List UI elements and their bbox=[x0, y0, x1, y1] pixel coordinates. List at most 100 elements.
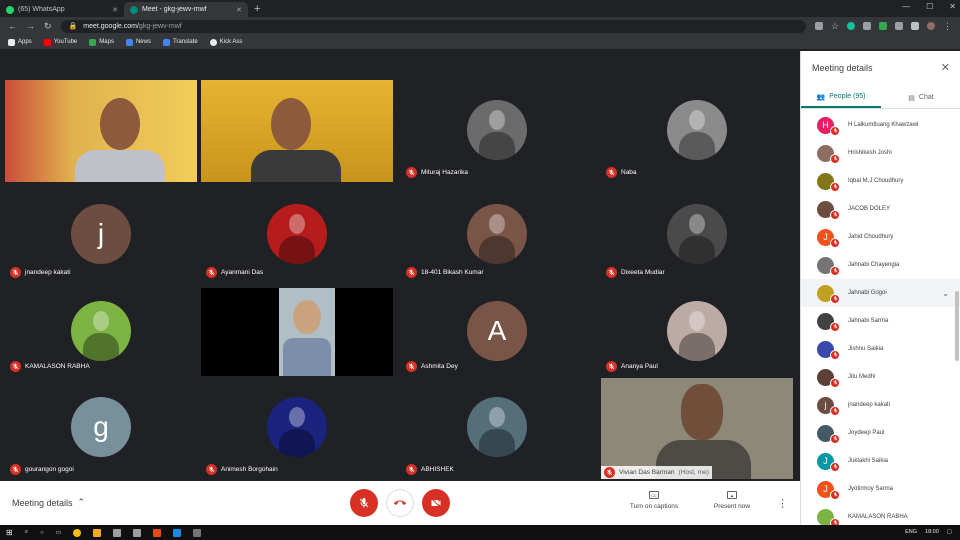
file-explorer-icon[interactable] bbox=[93, 528, 102, 537]
participant-face bbox=[100, 98, 140, 150]
participant-row[interactable]: Jahnabi Chayengia bbox=[801, 251, 960, 279]
windows-start-icon[interactable]: ⊞ bbox=[6, 528, 13, 537]
participant-tile[interactable]: KAMALASON RABHA bbox=[5, 288, 197, 376]
participant-tile[interactable]: Ayanmani Das bbox=[201, 188, 393, 282]
bookmark-maps[interactable]: Maps bbox=[89, 38, 114, 46]
participant-tile[interactable]: A Ashmita Dey bbox=[401, 288, 593, 376]
bookmark-youtube[interactable]: YouTube bbox=[43, 38, 77, 46]
participant-tile[interactable]: ABHISHEK bbox=[401, 378, 593, 479]
participant-row[interactable]: Joydeep Paul bbox=[801, 419, 960, 447]
grammarly-icon[interactable] bbox=[847, 22, 855, 30]
participant-name-label: Vivian Das Barman (Host, me) bbox=[601, 466, 712, 479]
captions-icon: CC bbox=[649, 491, 659, 499]
address-bar-row: ← → ↻ 🔒 meet.google.com/gkg-jewv-mwf ☆ ⋮ bbox=[0, 17, 960, 35]
bookmark-kickass[interactable]: Kick Ass bbox=[209, 38, 242, 46]
star-icon[interactable]: ☆ bbox=[831, 21, 839, 32]
avatar[interactable] bbox=[927, 22, 935, 30]
close-icon[interactable]: ✕ bbox=[941, 61, 950, 74]
participant-row[interactable]: Jahnabi Gogoi ⌄ bbox=[801, 279, 960, 307]
bookmark-news[interactable]: News bbox=[125, 38, 151, 46]
leave-call-button[interactable] bbox=[386, 489, 414, 517]
mic-off-icon bbox=[830, 125, 840, 136]
tab-whatsapp[interactable]: (65) WhatsApp ✕ bbox=[0, 2, 124, 17]
chrome-icon[interactable] bbox=[73, 528, 82, 537]
extension-icon[interactable] bbox=[863, 22, 871, 30]
participant-name: Ayanmani Das bbox=[221, 269, 264, 276]
participant-name-label: ABHISHEK bbox=[406, 464, 454, 475]
participant-tile[interactable]: j jnandeep kakati bbox=[5, 188, 197, 282]
close-tab-icon[interactable]: ✕ bbox=[112, 6, 118, 14]
camera-off-icon bbox=[431, 498, 441, 508]
participant-row[interactable]: KAMALASON RABHA bbox=[801, 503, 960, 525]
avatar: H bbox=[817, 116, 840, 136]
language-indicator[interactable]: ENG bbox=[905, 529, 917, 535]
participant-row[interactable]: Iqbal M.J Choudhury bbox=[801, 167, 960, 195]
participant-tile[interactable] bbox=[201, 288, 393, 376]
participant-name: Animesh Borgohain bbox=[221, 466, 278, 473]
meeting-details-button[interactable]: Meeting details ⌃ bbox=[12, 497, 85, 508]
participant-tile[interactable]: Mituraj Hazarika bbox=[401, 80, 593, 182]
participant-row[interactable]: JACOB DOLEY bbox=[801, 195, 960, 223]
mic-off-icon bbox=[830, 377, 840, 388]
tab-people[interactable]: 👥 People (95) bbox=[801, 87, 881, 108]
participant-tile[interactable]: Naba bbox=[601, 80, 793, 182]
cortana-icon[interactable]: ○ bbox=[40, 530, 44, 536]
minimize-icon[interactable]: — bbox=[902, 2, 910, 11]
participant-row[interactable]: H H Lalkumtluang Khawzawl bbox=[801, 111, 960, 139]
tab-chat[interactable]: ▤ Chat bbox=[881, 87, 960, 108]
camera-icon[interactable] bbox=[814, 22, 823, 30]
reload-icon[interactable]: ↻ bbox=[44, 21, 52, 32]
participant-tile[interactable]: Dixeeta Mudiar bbox=[601, 188, 793, 282]
notifications-icon[interactable]: ▢ bbox=[947, 529, 952, 535]
participant-tile[interactable]: 18-401 Bikash Kumar bbox=[401, 188, 593, 282]
participant-row[interactable]: Jishnu Saikia bbox=[801, 335, 960, 363]
captions-button[interactable]: CC Turn on captions bbox=[622, 491, 686, 510]
puzzle-icon[interactable] bbox=[911, 22, 919, 30]
maximize-icon[interactable]: ☐ bbox=[926, 2, 933, 11]
panel-tabs: 👥 People (95) ▤ Chat bbox=[801, 87, 960, 109]
participant-tile[interactable]: Vivian Das Barman (Host, me) bbox=[601, 378, 793, 479]
menu-icon[interactable]: ⋮ bbox=[943, 21, 952, 32]
participant-tile[interactable]: Ananya Paul bbox=[601, 288, 793, 376]
clock[interactable]: 18:00 bbox=[925, 529, 939, 535]
profile-photo bbox=[667, 204, 727, 265]
app-icon[interactable] bbox=[173, 528, 182, 537]
participant-row[interactable]: J Juktakhi Saikia bbox=[801, 447, 960, 475]
participant-tile[interactable] bbox=[5, 80, 197, 182]
task-view-icon[interactable]: ▭ bbox=[56, 529, 62, 536]
participant-tile[interactable]: g gourangon gogoi bbox=[5, 378, 197, 479]
mail-icon[interactable] bbox=[133, 528, 142, 537]
bookmark-translate[interactable]: Translate bbox=[162, 38, 198, 46]
app-icon[interactable] bbox=[193, 528, 202, 537]
mic-off-icon bbox=[830, 461, 840, 472]
close-tab-icon[interactable]: ✕ bbox=[236, 6, 242, 14]
bookmark-apps[interactable]: Apps bbox=[8, 38, 32, 46]
participant-tile[interactable] bbox=[201, 80, 393, 182]
check-icon[interactable] bbox=[879, 22, 887, 30]
new-tab-button[interactable]: + bbox=[254, 3, 260, 15]
participant-row[interactable]: J Jyotirmoy Sarma bbox=[801, 475, 960, 503]
url-input[interactable]: 🔒 meet.google.com/gkg-jewv-mwf bbox=[60, 19, 806, 33]
extension-icon[interactable] bbox=[895, 22, 903, 30]
mic-off-icon bbox=[206, 464, 217, 475]
participant-row[interactable]: Jahnabi Sarma bbox=[801, 307, 960, 335]
participant-row[interactable]: j jnandeep kakati bbox=[801, 391, 960, 419]
store-icon[interactable] bbox=[113, 528, 122, 537]
camera-off-button[interactable] bbox=[422, 489, 450, 517]
meet-icon bbox=[130, 5, 138, 14]
mic-off-button[interactable] bbox=[350, 489, 378, 517]
participant-tile[interactable]: Animesh Borgohain bbox=[201, 378, 393, 479]
forward-icon[interactable]: → bbox=[26, 21, 35, 31]
close-window-icon[interactable]: ✕ bbox=[949, 2, 956, 11]
present-button[interactable]: ▲ Present now bbox=[700, 491, 764, 510]
chevron-down-icon[interactable]: ⌄ bbox=[942, 289, 949, 298]
participant-row[interactable]: Jitu Medhi bbox=[801, 363, 960, 391]
panel-scrollbar[interactable] bbox=[955, 291, 959, 361]
participant-row[interactable]: Hrishikesh Joshi bbox=[801, 139, 960, 167]
more-options-icon[interactable]: ⋮ bbox=[777, 497, 788, 510]
app-icon[interactable] bbox=[153, 528, 162, 537]
search-icon[interactable]: ⌕ bbox=[25, 529, 28, 536]
participant-row[interactable]: J Jahid Choudhury bbox=[801, 223, 960, 251]
back-icon[interactable]: ← bbox=[8, 21, 17, 31]
tab-meet[interactable]: Meet - gkg-jewv-mwf ✕ bbox=[124, 2, 248, 17]
